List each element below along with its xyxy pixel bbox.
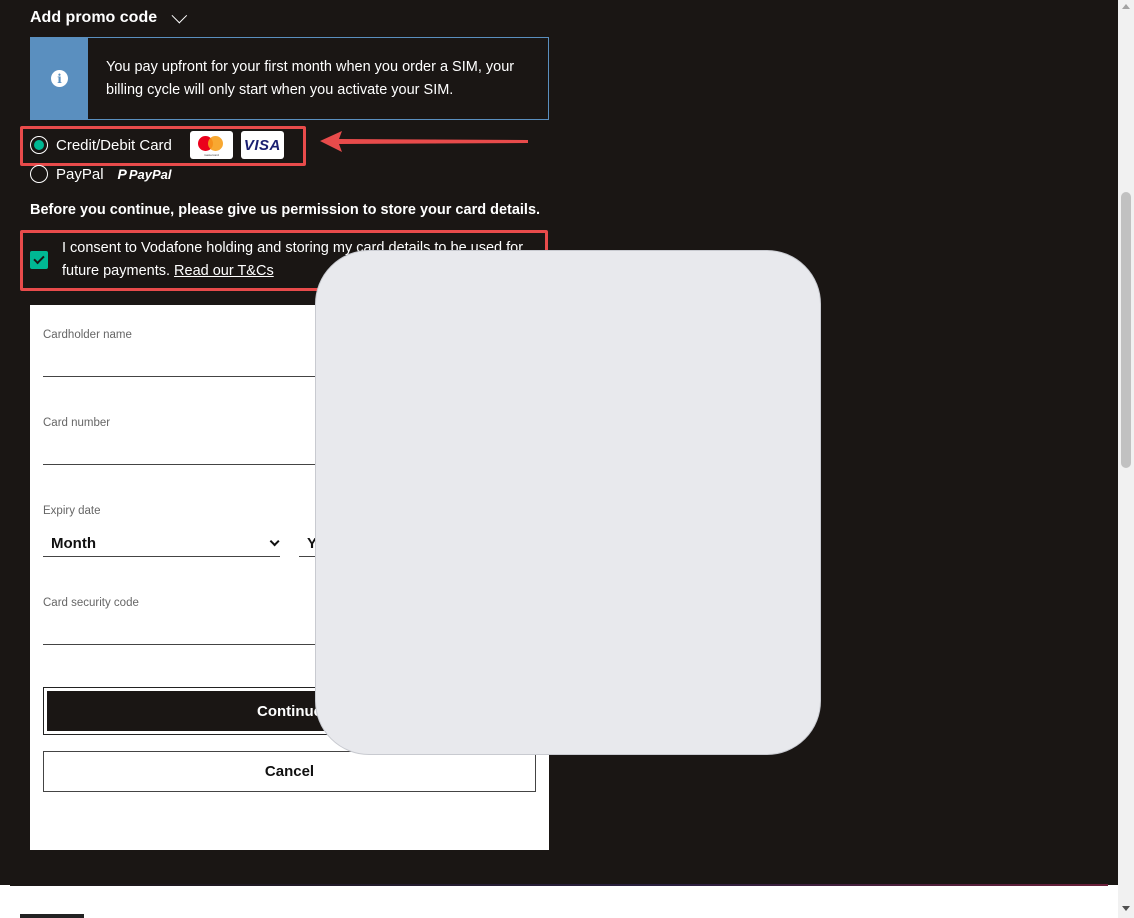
mastercard-logo: mastercard (189, 131, 233, 159)
consent-checkbox[interactable] (30, 251, 48, 269)
info-text-line1: You pay upfront for your first month whe… (106, 59, 515, 75)
scroll-up-arrow-icon[interactable] (1122, 4, 1130, 9)
month-value: Month (51, 534, 96, 552)
info-icon: i (51, 70, 68, 87)
cancel-button[interactable]: Cancel (43, 751, 536, 792)
card-radio-selected[interactable] (30, 136, 48, 154)
bottom-tab-indicator (20, 914, 84, 918)
payment-option-paypal[interactable]: PayPal P PayPal (30, 165, 172, 183)
expiry-month-select[interactable]: Month (43, 530, 280, 557)
paypal-radio[interactable] (30, 165, 48, 183)
payment-option-card[interactable]: Credit/Debit Card mastercard VISA (30, 131, 284, 159)
paypal-option-label: PayPal (56, 165, 104, 183)
info-strip: i (31, 38, 88, 119)
info-text: You pay upfront for your first month whe… (88, 38, 530, 119)
cardholder-name-label: Cardholder name (43, 329, 132, 341)
redaction-overlay (315, 250, 821, 755)
info-banner: i You pay upfront for your first month w… (30, 37, 549, 120)
promo-label: Add promo code (30, 9, 158, 26)
info-text-line2: billing cycle will only start when you a… (106, 82, 454, 98)
scroll-thumb[interactable] (1121, 192, 1131, 468)
chevron-down-icon (269, 535, 280, 546)
terms-link[interactable]: Read our T&Cs (174, 263, 274, 279)
expiry-date-label: Expiry date (43, 505, 101, 517)
add-promo-code-toggle[interactable]: Add promo code (30, 6, 188, 30)
vertical-scrollbar[interactable] (1118, 0, 1134, 918)
bottom-divider (10, 884, 1108, 886)
paypal-p-icon: P (117, 166, 127, 182)
paypal-logo: P PayPal (117, 166, 172, 182)
check-icon (33, 252, 45, 265)
permission-heading: Before you continue, please give us perm… (30, 202, 541, 218)
card-number-label: Card number (43, 417, 111, 429)
visa-logo: VISA (240, 131, 284, 159)
scroll-down-arrow-icon[interactable] (1122, 906, 1130, 911)
card-option-label: Credit/Debit Card (56, 136, 172, 154)
security-code-label: Card security code (43, 597, 139, 609)
radio-dot (34, 140, 44, 150)
annotation-arrow-icon (320, 131, 528, 152)
